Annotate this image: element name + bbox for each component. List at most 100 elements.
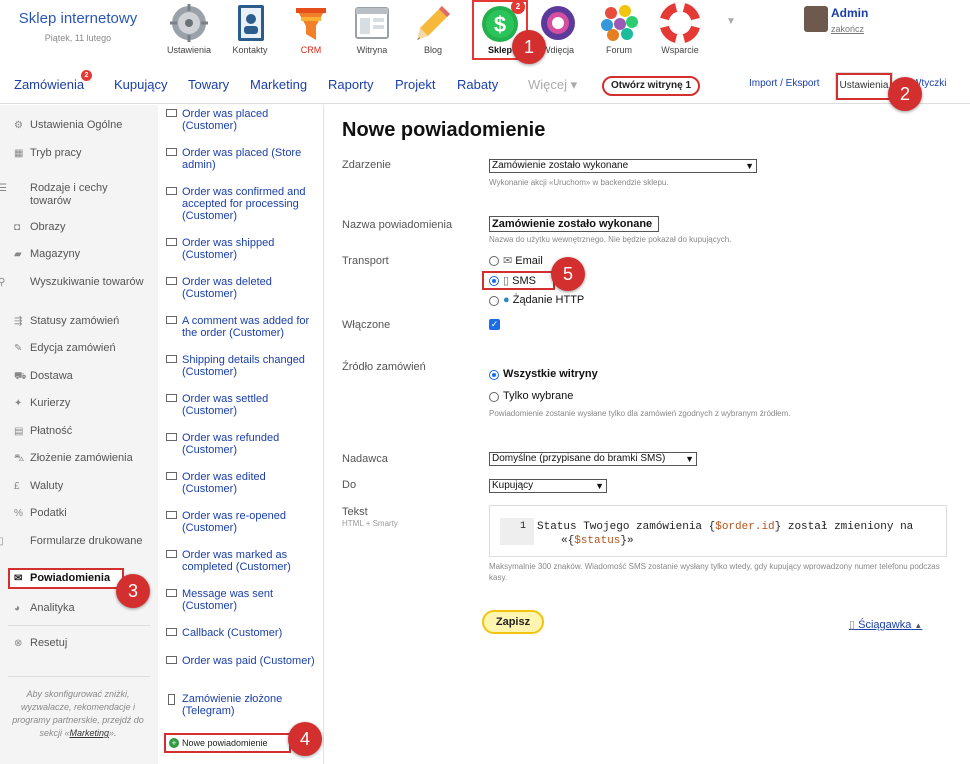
source-all-radio[interactable] xyxy=(489,370,499,380)
app-forum[interactable]: Forum xyxy=(591,2,647,55)
sidebar-item-order-statuses[interactable]: ⇶ Statusy zamówień xyxy=(14,315,146,328)
transport-sms-radio[interactable] xyxy=(489,276,499,286)
sidebar-item-images[interactable]: ◘ Obrazy xyxy=(14,221,146,234)
envelope-icon xyxy=(166,628,177,636)
pencil-icon xyxy=(412,2,454,44)
message-code-editor[interactable]: 1 Status Twojego zamówienia {$order.id} … xyxy=(489,505,947,557)
nav-products[interactable]: Towary xyxy=(188,77,229,92)
notification-item-label: Order was placed (Store admin) xyxy=(182,147,302,171)
note-text-end: ». xyxy=(109,728,117,738)
notification-item[interactable]: Shipping details changed (Customer) xyxy=(166,354,316,378)
notification-item[interactable]: Order was edited (Customer) xyxy=(166,471,316,495)
app-blog[interactable]: Blog xyxy=(405,2,461,55)
user-name[interactable]: Admin xyxy=(831,6,868,20)
notification-item[interactable]: Order was deleted (Customer) xyxy=(166,276,316,300)
sidebar-item-notifications[interactable]: ✉ Powiadomienia xyxy=(8,568,124,589)
notification-item[interactable]: Order was marked as completed (Customer) xyxy=(166,549,316,573)
notification-item[interactable]: Order was refunded (Customer) xyxy=(166,432,316,456)
app-site[interactable]: Witryna xyxy=(344,2,400,55)
sidebar-item-shipping[interactable]: ⛟ Dostawa xyxy=(14,370,146,383)
sidebar-item-couriers[interactable]: ✦ Kurierzy xyxy=(14,397,146,410)
line-number: 1 xyxy=(500,518,534,545)
name-label: Nazwa powiadomienia xyxy=(342,219,453,231)
save-button[interactable]: Zapisz xyxy=(482,610,544,634)
event-hint: Wykonanie akcji «Uruchom» w backendzie s… xyxy=(489,178,669,187)
notification-item[interactable]: Order was paid (Customer) xyxy=(166,655,316,667)
sidebar-item-label: Magazyny xyxy=(30,248,81,260)
nav-reports[interactable]: Raporty xyxy=(328,77,374,92)
notification-item[interactable]: Message was sent (Customer) xyxy=(166,588,316,612)
sidebar-item-order-editing[interactable]: ✎ Edycja zamówień xyxy=(14,342,146,355)
mobile-phone-icon: ▯ xyxy=(503,275,510,287)
nav-orders[interactable]: Zamówienia xyxy=(14,77,84,92)
to-value: Kupujący xyxy=(492,480,534,491)
brand-title[interactable]: Sklep internetowy xyxy=(0,10,156,27)
open-store-button[interactable]: Otwórz witrynę 1 xyxy=(602,76,700,96)
nav-customers[interactable]: Kupujący xyxy=(114,77,167,92)
brand[interactable]: Sklep internetowy Piątek, 11 lutego xyxy=(0,0,156,43)
new-notification-button[interactable]: + Nowe powiadomienie xyxy=(164,733,291,753)
sidebar-item-taxes[interactable]: % Podatki xyxy=(14,507,146,520)
marketing-link[interactable]: Marketing xyxy=(69,728,109,738)
notification-item[interactable]: A comment was added for the order (Custo… xyxy=(166,315,316,339)
sidebar-item-reset[interactable]: ⊗ Resetuj xyxy=(14,637,146,650)
transport-email-radio[interactable] xyxy=(489,256,499,266)
app-support[interactable]: Wsparcie xyxy=(652,2,708,55)
payment-icon: ▤ xyxy=(14,426,24,437)
message-code: Status Twojego zamówienia {$order.id} zo… xyxy=(537,520,937,548)
gear-icon: ⚙ xyxy=(14,120,23,131)
source-selected-radio[interactable] xyxy=(489,392,499,402)
sidebar-item-label: Podatki xyxy=(30,507,67,519)
import-export-link[interactable]: Import / Eksport xyxy=(749,78,820,89)
transport-sms-option: ▯ SMS xyxy=(503,274,536,287)
notification-item-label: Order was edited (Customer) xyxy=(182,471,266,495)
sidebar-item-work-mode[interactable]: ▦ Tryb pracy xyxy=(14,147,146,160)
transport-http-radio[interactable] xyxy=(489,296,499,306)
code-variable: $order.id xyxy=(715,521,775,533)
to-select[interactable]: Kupujący ▼ xyxy=(489,479,607,493)
analytics-icon: ◕ xyxy=(14,603,21,614)
nav-marketing[interactable]: Marketing xyxy=(250,77,307,92)
app-crm[interactable]: CRM xyxy=(283,2,339,55)
apps-more-chevron-icon[interactable]: ▼ xyxy=(726,16,736,27)
notification-item[interactable]: Order was confirmed and accepted for pro… xyxy=(166,186,316,222)
sidebar-item-warehouses[interactable]: ▰ Magazyny xyxy=(14,248,146,261)
sidebar-item-checkout[interactable]: ⛍ Złożenie zamówienia xyxy=(14,452,146,465)
callout-4: 4 xyxy=(288,722,322,756)
sidebar-item-label: Formularze drukowane xyxy=(30,535,143,547)
notification-item[interactable]: Order was settled (Customer) xyxy=(166,393,316,417)
cart-icon: ⛍ xyxy=(14,453,25,464)
envelope-icon: ✉ xyxy=(503,255,513,267)
sidebar-item-search[interactable]: ⚲ Wyszukiwanie towarów xyxy=(0,276,146,289)
tab-settings[interactable]: Ustawienia xyxy=(835,72,893,100)
cheatsheet-link[interactable]: ▯ Ściągawka ▲ xyxy=(849,618,922,631)
notification-item[interactable]: Order was placed (Store admin) xyxy=(166,147,316,171)
notification-item[interactable]: Order was re-opened (Customer) xyxy=(166,510,316,534)
sidebar-item-currencies[interactable]: £ Waluty xyxy=(14,480,146,493)
event-select[interactable]: Zamówienie zostało wykonane ▼ xyxy=(489,159,757,173)
notification-item-label: Order was re-opened (Customer) xyxy=(182,510,286,534)
nav-discounts[interactable]: Rabaty xyxy=(457,77,498,92)
sidebar-item-print-forms[interactable]: ▯ Formularze drukowane xyxy=(0,535,146,548)
svg-text:$: $ xyxy=(494,12,506,37)
notification-item[interactable]: Callback (Customer) xyxy=(166,627,316,639)
name-input[interactable]: Zamówienie zostało wykonane xyxy=(489,216,659,232)
avatar[interactable] xyxy=(804,6,828,32)
nav-design[interactable]: Projekt xyxy=(395,77,435,92)
app-contacts[interactable]: Kontakty xyxy=(222,2,278,55)
sender-select[interactable]: Domyślne (przypisane do bramki SMS) ▼ xyxy=(489,452,697,466)
app-settings[interactable]: Ustawienia xyxy=(161,2,217,55)
logout-link[interactable]: zakończ xyxy=(831,24,864,34)
notification-item[interactable]: Order was placed (Customer) xyxy=(166,108,316,132)
enabled-checkbox[interactable]: ✓ xyxy=(489,319,500,330)
chevron-down-icon: ▼ xyxy=(595,481,604,491)
sidebar-item-product-types[interactable]: ☰ Rodzaje i cechy towarów xyxy=(0,182,146,207)
transport-sms-label: SMS xyxy=(512,275,536,287)
notification-item[interactable]: Order was shipped (Customer) xyxy=(166,237,316,261)
text-hint: Maksymalnie 300 znaków. Wiadomość SMS zo… xyxy=(489,562,940,582)
nav-more[interactable]: Więcej ▾ xyxy=(528,77,577,93)
envelope-icon xyxy=(166,355,177,363)
notification-item[interactable]: Zamówienie złożone (Telegram) xyxy=(166,693,316,717)
sidebar-item-payment[interactable]: ▤ Płatność xyxy=(14,425,146,438)
sidebar-item-general[interactable]: ⚙ Ustawienia Ogólne xyxy=(14,119,146,132)
